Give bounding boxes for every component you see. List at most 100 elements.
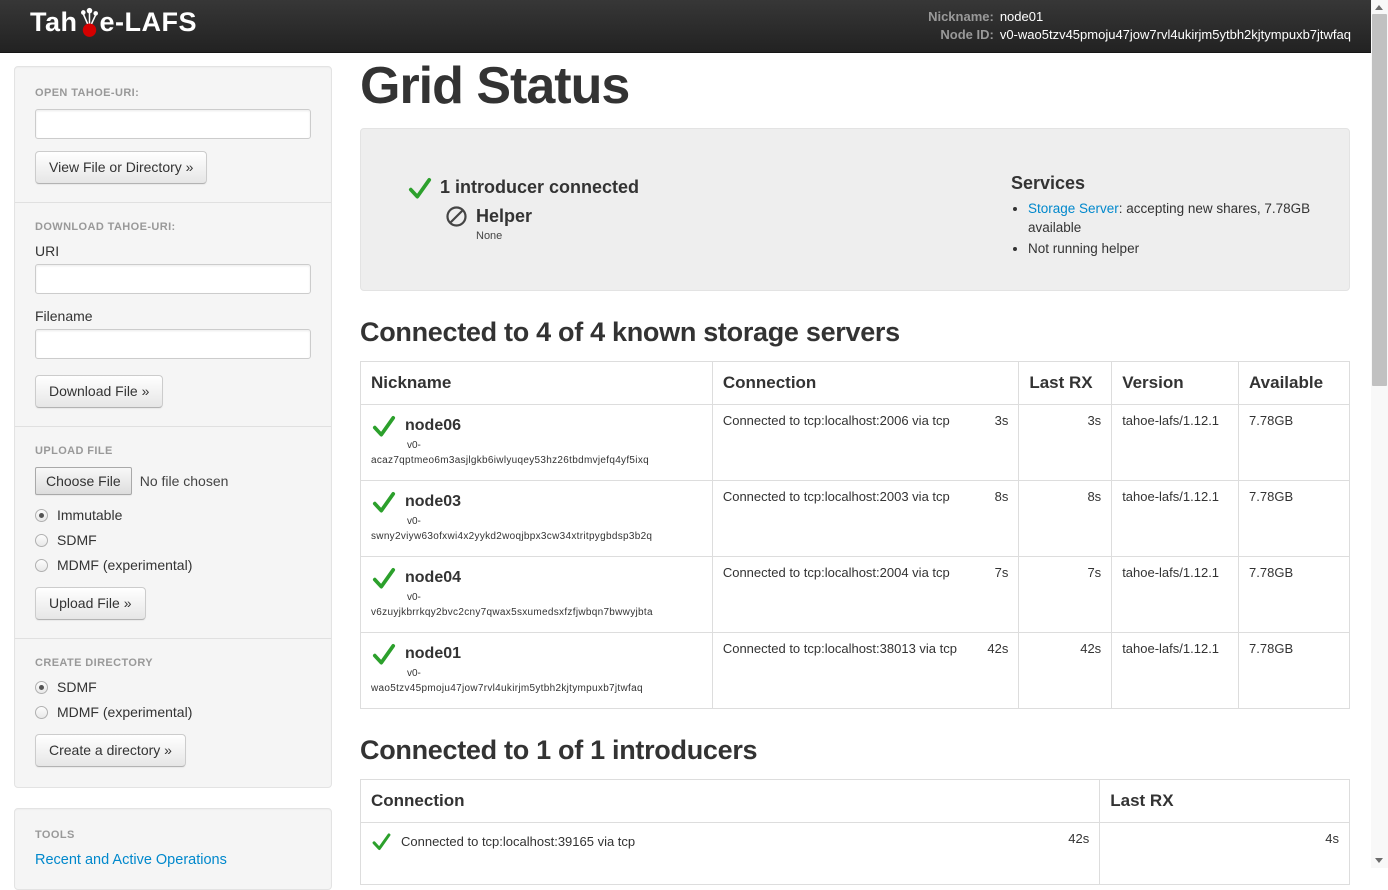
- storage-servers-table: Nickname Connection Last RX Version Avai…: [360, 361, 1350, 709]
- server-nickname: node01: [405, 645, 461, 663]
- scrollbar-thumb[interactable]: [1372, 14, 1387, 386]
- download-uri-label: DOWNLOAD TAHOE-URI:: [35, 221, 311, 233]
- mkdir-format-sdmf[interactable]: SDMF: [35, 679, 311, 695]
- vertical-scrollbar[interactable]: [1371, 0, 1388, 868]
- choose-file-button[interactable]: Choose File: [35, 467, 132, 496]
- tools-panel: TOOLS Recent and Active Operations: [14, 808, 332, 890]
- server-id-prefix: v0-: [407, 592, 702, 603]
- radio-icon[interactable]: [35, 706, 48, 719]
- col-connection: Connection: [712, 361, 1019, 404]
- connection-text: Connected to tcp:localhost:38013 via tcp: [723, 641, 957, 656]
- version-value: tahoe-lafs/1.12.1: [1112, 404, 1239, 480]
- open-uri-label: OPEN TAHOE-URI:: [35, 87, 311, 99]
- available-value: 7.78GB: [1239, 404, 1350, 480]
- connection-text: Connected to tcp:localhost:2004 via tcp: [723, 565, 950, 580]
- node-id-value: v0-wao5tzv45pmoju47jow7rvl4ukirjm5ytbh2k…: [1000, 26, 1351, 44]
- connected-check-icon: [371, 831, 392, 852]
- create-directory-button[interactable]: Create a directory »: [35, 734, 186, 767]
- radio-icon[interactable]: [35, 509, 48, 522]
- upload-format-sdmf[interactable]: SDMF: [35, 532, 311, 548]
- table-row: node06 v0- acaz7qptmeo6m3asjlgkb6iwlyuqe…: [361, 404, 1350, 480]
- connection-text: Connected to tcp:localhost:2006 via tcp: [723, 413, 950, 428]
- sidebar: OPEN TAHOE-URI: View File or Directory »…: [14, 66, 332, 890]
- service-helper-status: Not running helper: [1028, 239, 1329, 258]
- services-heading: Services: [1011, 173, 1329, 194]
- create-directory-label: CREATE DIRECTORY: [35, 657, 311, 669]
- available-value: 7.78GB: [1239, 556, 1350, 632]
- server-id-prefix: v0-: [407, 440, 702, 451]
- server-nickname: node06: [405, 417, 461, 435]
- server-id-hash: swny2viyw63ofxwi4x2yykd2woqjbpx3cw34xtri…: [371, 531, 702, 542]
- upload-file-button[interactable]: Upload File »: [35, 587, 146, 620]
- server-id-hash: v6zuyjkbrrkqy2bvc2cny7qwax5sxumedsxfzfjw…: [371, 607, 702, 618]
- storage-servers-heading: Connected to 4 of 4 known storage server…: [360, 317, 1350, 348]
- version-value: tahoe-lafs/1.12.1: [1112, 480, 1239, 556]
- file-chosen-status: No file chosen: [140, 473, 229, 489]
- connection-age: 42s: [1068, 831, 1089, 846]
- server-nickname: node03: [405, 493, 461, 511]
- scroll-down-arrow-icon[interactable]: [1371, 854, 1388, 868]
- page-title: Grid Status: [360, 59, 1350, 114]
- nickname-label: Nickname:: [928, 8, 1000, 26]
- introducers-table: Connection Last RX Connected to tcp:loca…: [360, 779, 1350, 885]
- connection-age: 3s: [995, 413, 1009, 428]
- tools-label: TOOLS: [35, 829, 311, 841]
- table-row: node03 v0- swny2viyw63ofxwi4x2yykd2woqjb…: [361, 480, 1350, 556]
- service-storage-server: Storage Server: accepting new shares, 7.…: [1028, 199, 1329, 237]
- radio-label[interactable]: SDMF: [57, 532, 97, 548]
- scroll-up-arrow-icon[interactable]: [1371, 0, 1388, 14]
- tahoe-lafs-logo: Tah e-LAFS: [30, 7, 197, 45]
- server-id-hash: acaz7qptmeo6m3asjlgkb6iwlyuqey53hz26tbdm…: [371, 455, 702, 466]
- divider: [15, 638, 331, 639]
- last-rx-value: 7s: [1019, 556, 1112, 632]
- connection-text: Connected to tcp:localhost:39165 via tcp: [401, 834, 635, 849]
- connected-check-icon: [371, 565, 397, 591]
- available-value: 7.78GB: [1239, 480, 1350, 556]
- brand-text-pre: Tah: [30, 9, 78, 36]
- server-id-prefix: v0-: [407, 668, 702, 679]
- connected-check-icon: [371, 489, 397, 515]
- col-last-rx: Last RX: [1100, 779, 1350, 822]
- grid-status-summary: 1 introducer connected Helper None Servi…: [360, 128, 1350, 291]
- view-file-button[interactable]: View File or Directory »: [35, 151, 207, 184]
- download-file-button[interactable]: Download File »: [35, 375, 163, 408]
- version-value: tahoe-lafs/1.12.1: [1112, 632, 1239, 708]
- introducers-heading: Connected to 1 of 1 introducers: [360, 735, 1350, 766]
- filename-input[interactable]: [35, 329, 311, 359]
- last-rx-value: 42s: [1019, 632, 1112, 708]
- mkdir-format-mdmf[interactable]: MDMF (experimental): [35, 704, 311, 720]
- radio-icon[interactable]: [35, 681, 48, 694]
- table-header-row: Connection Last RX: [361, 779, 1350, 822]
- table-row: Connected to tcp:localhost:39165 via tcp…: [361, 822, 1350, 884]
- recent-operations-link[interactable]: Recent and Active Operations: [35, 852, 227, 868]
- radio-label[interactable]: MDMF (experimental): [57, 557, 192, 573]
- brand-text-post: e-LAFS: [100, 9, 198, 36]
- radio-icon[interactable]: [35, 534, 48, 547]
- col-connection: Connection: [361, 779, 1100, 822]
- table-header-row: Nickname Connection Last RX Version Avai…: [361, 361, 1350, 404]
- version-value: tahoe-lafs/1.12.1: [1112, 556, 1239, 632]
- open-uri-input[interactable]: [35, 109, 311, 139]
- introducer-status-text: 1 introducer connected: [440, 177, 639, 198]
- radio-icon[interactable]: [35, 559, 48, 572]
- last-rx-value: 8s: [1019, 480, 1112, 556]
- uri-field-label: URI: [35, 243, 311, 259]
- server-id-prefix: v0-: [407, 516, 702, 527]
- upload-format-mdmf[interactable]: MDMF (experimental): [35, 557, 311, 573]
- col-available: Available: [1239, 361, 1350, 404]
- node-identity: Nickname: node01 Node ID: v0-wao5tzv45pm…: [928, 8, 1351, 44]
- download-uri-input[interactable]: [35, 264, 311, 294]
- connected-check-icon: [371, 641, 397, 667]
- upload-format-immutable[interactable]: Immutable: [35, 507, 311, 523]
- storage-server-link[interactable]: Storage Server: [1028, 201, 1119, 216]
- radio-label[interactable]: Immutable: [57, 507, 122, 523]
- table-row: node01 v0- wao5tzv45pmoju47jow7rvl4ukirj…: [361, 632, 1350, 708]
- radio-label[interactable]: MDMF (experimental): [57, 704, 192, 720]
- helper-value: None: [476, 230, 1011, 242]
- divider: [15, 426, 331, 427]
- radio-label[interactable]: SDMF: [57, 679, 97, 695]
- connection-age: 8s: [995, 489, 1009, 504]
- col-version: Version: [1112, 361, 1239, 404]
- table-row: node04 v0- v6zuyjkbrrkqy2bvc2cny7qwax5sx…: [361, 556, 1350, 632]
- sidebar-forms-panel: OPEN TAHOE-URI: View File or Directory »…: [14, 66, 332, 788]
